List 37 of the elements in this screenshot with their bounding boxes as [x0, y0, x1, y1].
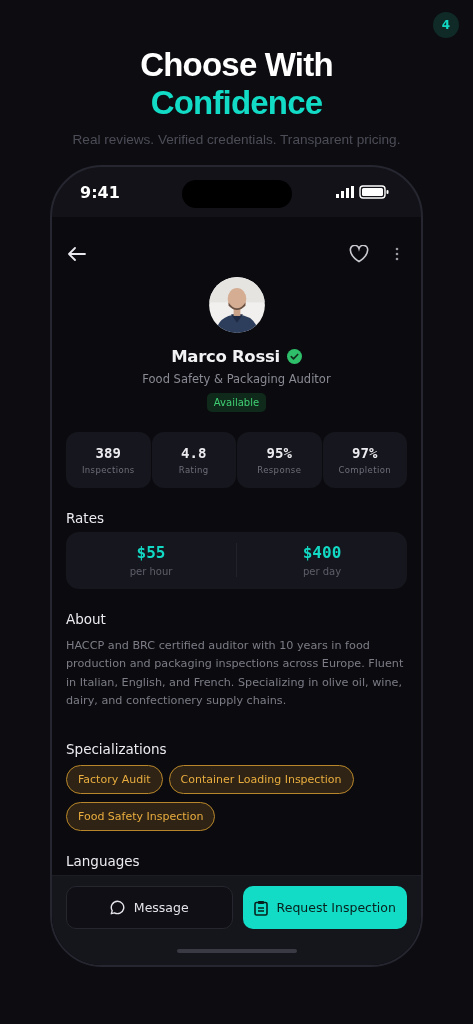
profile-title: Food Safety & Packaging Auditor — [142, 371, 331, 386]
back-button[interactable] — [66, 245, 88, 263]
headline: Choose With — [140, 46, 333, 84]
stat-value: 97% — [352, 444, 378, 461]
status-time: 9:41 — [80, 182, 120, 202]
specialization-chip: Factory Audit — [66, 765, 163, 794]
favorite-button[interactable] — [347, 243, 371, 265]
headline-accent: Confidence — [150, 84, 323, 122]
section-heading: Languages — [66, 853, 141, 869]
more-button[interactable] — [393, 245, 401, 263]
availability-badge: Available — [206, 392, 267, 412]
stat-label: Completion — [338, 464, 392, 475]
stat-label: Inspections — [81, 464, 135, 475]
profile-name: Marco Rossi — [171, 346, 280, 366]
rate-amount: $55 — [136, 543, 166, 563]
about-text: HACCP and BRC certified auditor with 10 years in food production and packaging inspections across Europe. Fluent in Italian, English, and French. Specializing in olive oil, wine, dairy, and confectionery supply chains. — [66, 637, 405, 710]
rate-amount: $400 — [302, 543, 342, 563]
tagline: Real reviews. Verified credentials. Transparent pricing. — [72, 132, 401, 147]
request-inspection-button[interactable]: Request Inspection — [242, 886, 407, 929]
section-heading: About — [66, 610, 107, 627]
stat-value: 95% — [266, 444, 292, 461]
clipboard-icon — [253, 899, 268, 916]
stat-value: 4.8 — [181, 444, 207, 461]
battery-icon — [359, 185, 389, 199]
message-button[interactable]: Message — [66, 886, 233, 929]
specialization-chip: Container Loading Inspection — [168, 765, 354, 794]
rate-unit: per day — [302, 566, 342, 578]
specialization-chip: Food Safety Inspection — [66, 802, 216, 831]
stat-value: 389 — [95, 444, 121, 461]
signal-icon — [336, 186, 354, 198]
chat-bubble-icon — [109, 900, 125, 915]
stat-label: Response — [257, 464, 302, 475]
rate-unit: per hour — [129, 566, 173, 578]
section-heading: Rates — [66, 509, 105, 526]
section-heading: Specializations — [66, 741, 168, 757]
stat-label: Rating — [178, 464, 209, 475]
page-number-badge: 4 — [433, 12, 459, 38]
